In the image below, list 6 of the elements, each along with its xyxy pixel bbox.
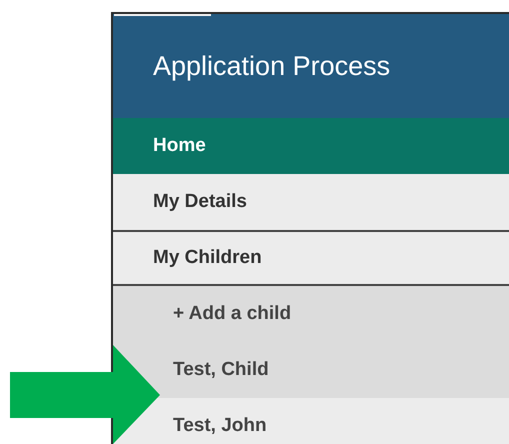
child-nav-item[interactable]: Test, John [113, 398, 509, 444]
nav-item[interactable]: Home [113, 118, 509, 174]
nav-item[interactable]: My Details [113, 174, 509, 230]
child-nav-item[interactable]: + Add a child [113, 286, 509, 342]
app-title: Application Process [153, 50, 390, 83]
nav-item[interactable]: My Children [113, 230, 509, 286]
